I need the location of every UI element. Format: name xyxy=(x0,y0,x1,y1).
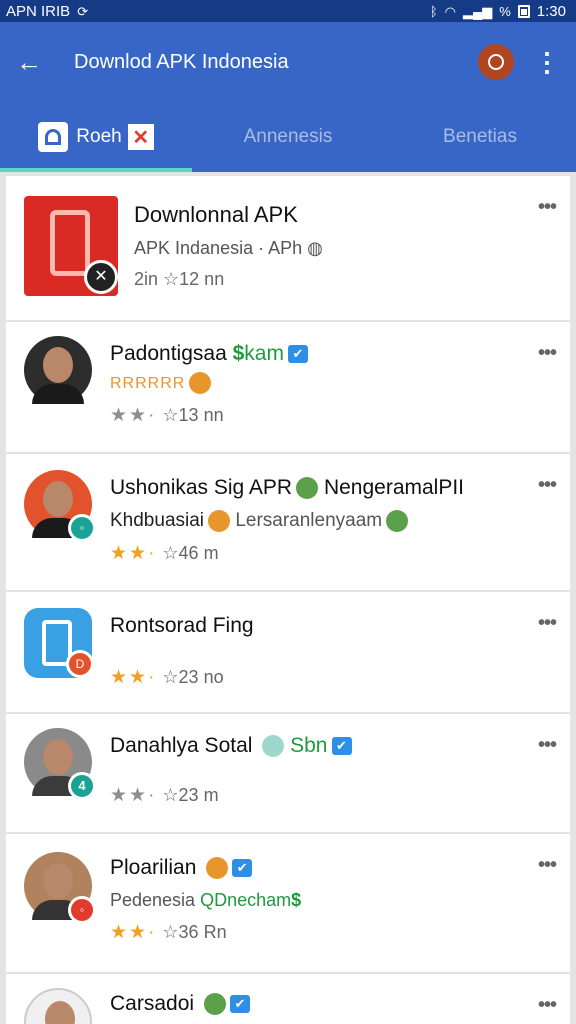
verified-icon: ✔ xyxy=(232,859,253,878)
carrier-label: APN IRIB xyxy=(6,2,71,20)
sync-icon: ⟳ xyxy=(77,3,89,19)
battery-percent: % xyxy=(499,3,511,19)
badge-icon: ◦ xyxy=(68,896,96,924)
tab-benetias[interactable]: Benetias xyxy=(384,102,576,172)
more-horiz-icon[interactable]: ••• xyxy=(538,854,557,877)
rating-stars: ★★· xyxy=(110,922,157,943)
item-meta: 2in ☆12 nn xyxy=(134,269,225,289)
home-icon xyxy=(38,122,69,152)
item-text: Ploarilian ✔ Pedenesia QDnecham$ ★★· ☆36 … xyxy=(110,856,530,944)
avatar xyxy=(24,988,92,1024)
item-subtitle: Khdbuasiai Lersaranlenyaam xyxy=(110,510,530,532)
item-title: Downlonnal APK xyxy=(134,202,298,227)
tab-annenesis[interactable]: Annenesis xyxy=(192,102,384,172)
wifi-icon: ◠ xyxy=(444,3,457,19)
rating-stars: ★★· xyxy=(110,667,157,688)
profile-ring-icon xyxy=(488,54,504,70)
close-icon: ✕ xyxy=(84,260,118,294)
badge-icon: D xyxy=(66,650,94,678)
item-text: Carsadoi ✔ xyxy=(110,992,530,1016)
list-item[interactable]: ◦ Ploarilian ✔ Pedenesia QDnecham$ ★★· ☆3… xyxy=(6,834,570,974)
item-meta: ★★· ☆13 nn xyxy=(110,405,224,427)
list-item[interactable]: ◦ Ushonikas Sig APR NengeramalPII Khdbua… xyxy=(6,454,570,592)
status-left: APN IRIB ⟳ xyxy=(6,3,88,20)
more-horiz-icon[interactable]: ••• xyxy=(538,474,557,497)
item-text: Rontsorad Fing ★★· ☆23 no xyxy=(110,614,530,689)
bluetooth-icon: ᛒ xyxy=(429,3,438,19)
rating-stars: ★★· xyxy=(110,405,157,427)
emoji-icon xyxy=(206,857,229,880)
clock: 1:30 xyxy=(536,2,566,20)
item-title: Padontigsaa $kam ✔ xyxy=(110,342,530,366)
item-meta: ★★· ☆23 m xyxy=(110,785,219,806)
list-item[interactable]: Carsadoi ✔ ••• xyxy=(6,974,570,1024)
close-icon: ✕ xyxy=(127,124,154,150)
more-horiz-icon[interactable]: ••• xyxy=(538,994,557,1017)
battery-icon xyxy=(517,4,530,18)
verified-icon: ✔ xyxy=(331,737,352,756)
list-item[interactable]: Padontigsaa $kam ✔ RRRRRR ★★· ☆13 nn ••• xyxy=(6,322,570,454)
tab-bar: Roeh ✕ Annenesis Benetias xyxy=(0,102,576,172)
tab-label: Annenesis xyxy=(243,126,333,147)
item-subtitle: Pedenesia QDnecham$ xyxy=(110,890,302,910)
item-text: Ushonikas Sig APR NengeramalPII Khdbuasi… xyxy=(110,476,530,565)
item-title: Danahlya Sotal Sbn ✔ xyxy=(110,734,530,758)
item-title: Ushonikas Sig APR NengeramalPII xyxy=(110,476,465,500)
item-text: Downlonnal APK APK Indanesia · APh ◍ 2in… xyxy=(134,202,530,290)
emoji-icon xyxy=(189,372,212,395)
app-title: Downlod APK Indonesia xyxy=(74,50,289,73)
item-subtitle: RRRRRR xyxy=(110,372,530,395)
emoji-icon xyxy=(296,477,319,500)
profile-button[interactable] xyxy=(478,44,514,80)
avatar: ◦ xyxy=(24,470,96,542)
signal-icon: ▂▄▆ xyxy=(463,3,493,19)
tab-home[interactable]: Roeh ✕ xyxy=(0,102,192,172)
verified-icon: ✔ xyxy=(287,345,308,364)
item-subtitle: APK Indanesia · APh ◍ xyxy=(134,238,323,258)
list-item[interactable]: ✕ Downlonnal APK APK Indanesia · APh ◍ 2… xyxy=(6,176,570,322)
more-horiz-icon[interactable]: ••• xyxy=(538,612,557,635)
back-arrow-icon[interactable]: ← xyxy=(16,49,64,75)
item-text: Danahlya Sotal Sbn ✔ ★★· ☆23 m xyxy=(110,734,530,807)
money-icon: $ xyxy=(232,342,245,365)
status-bar: APN IRIB ⟳ ᛒ ◠ ▂▄▆ % 1:30 xyxy=(0,0,576,22)
tab-label: Benetias xyxy=(443,126,517,147)
emoji-icon xyxy=(262,735,285,758)
item-title: Ploarilian ✔ xyxy=(110,856,530,880)
item-meta: ★★· ☆23 no xyxy=(110,667,224,688)
more-horiz-icon[interactable]: ••• xyxy=(538,734,557,757)
item-meta: ★★· ☆46 m xyxy=(110,543,219,565)
more-vert-icon[interactable]: ⋮ xyxy=(534,49,560,75)
list-item[interactable]: D Rontsorad Fing ★★· ☆23 no ••• xyxy=(6,592,570,714)
app-icon: ✕ xyxy=(24,196,118,296)
more-horiz-icon[interactable]: ••• xyxy=(538,342,557,365)
item-title: Rontsorad Fing xyxy=(110,614,254,637)
avatar xyxy=(24,336,92,404)
money-icon: $ xyxy=(291,890,302,910)
emoji-icon xyxy=(203,993,226,1016)
list-item[interactable]: 4 Danahlya Sotal Sbn ✔ ★★· ☆23 m ••• xyxy=(6,714,570,834)
globe-icon: ◍ xyxy=(307,238,323,258)
status-right: ᛒ ◠ ▂▄▆ % 1:30 xyxy=(430,3,566,20)
feed-list: ✕ Downlonnal APK APK Indanesia · APh ◍ 2… xyxy=(6,176,570,1024)
more-horiz-icon[interactable]: ••• xyxy=(538,196,557,219)
item-meta: ★★· ☆36 Rn xyxy=(110,922,227,943)
emoji-icon xyxy=(386,510,409,532)
item-text: Padontigsaa $kam ✔ RRRRRR ★★· ☆13 nn xyxy=(110,342,530,427)
emoji-icon xyxy=(208,510,231,532)
badge-icon: ◦ xyxy=(68,514,96,542)
app-bar: ← Downlod APK Indonesia ⋮ xyxy=(0,22,576,102)
rating-stars: ★★· xyxy=(110,543,157,565)
rating-stars: ★★· xyxy=(110,785,157,806)
app-icon: D xyxy=(24,608,94,678)
tab-label: Roeh xyxy=(76,126,122,147)
avatar: ◦ xyxy=(24,852,96,924)
item-title: Carsadoi ✔ xyxy=(110,992,530,1016)
badge-icon: 4 xyxy=(68,772,96,800)
avatar: 4 xyxy=(24,728,96,800)
verified-icon: ✔ xyxy=(229,995,250,1014)
